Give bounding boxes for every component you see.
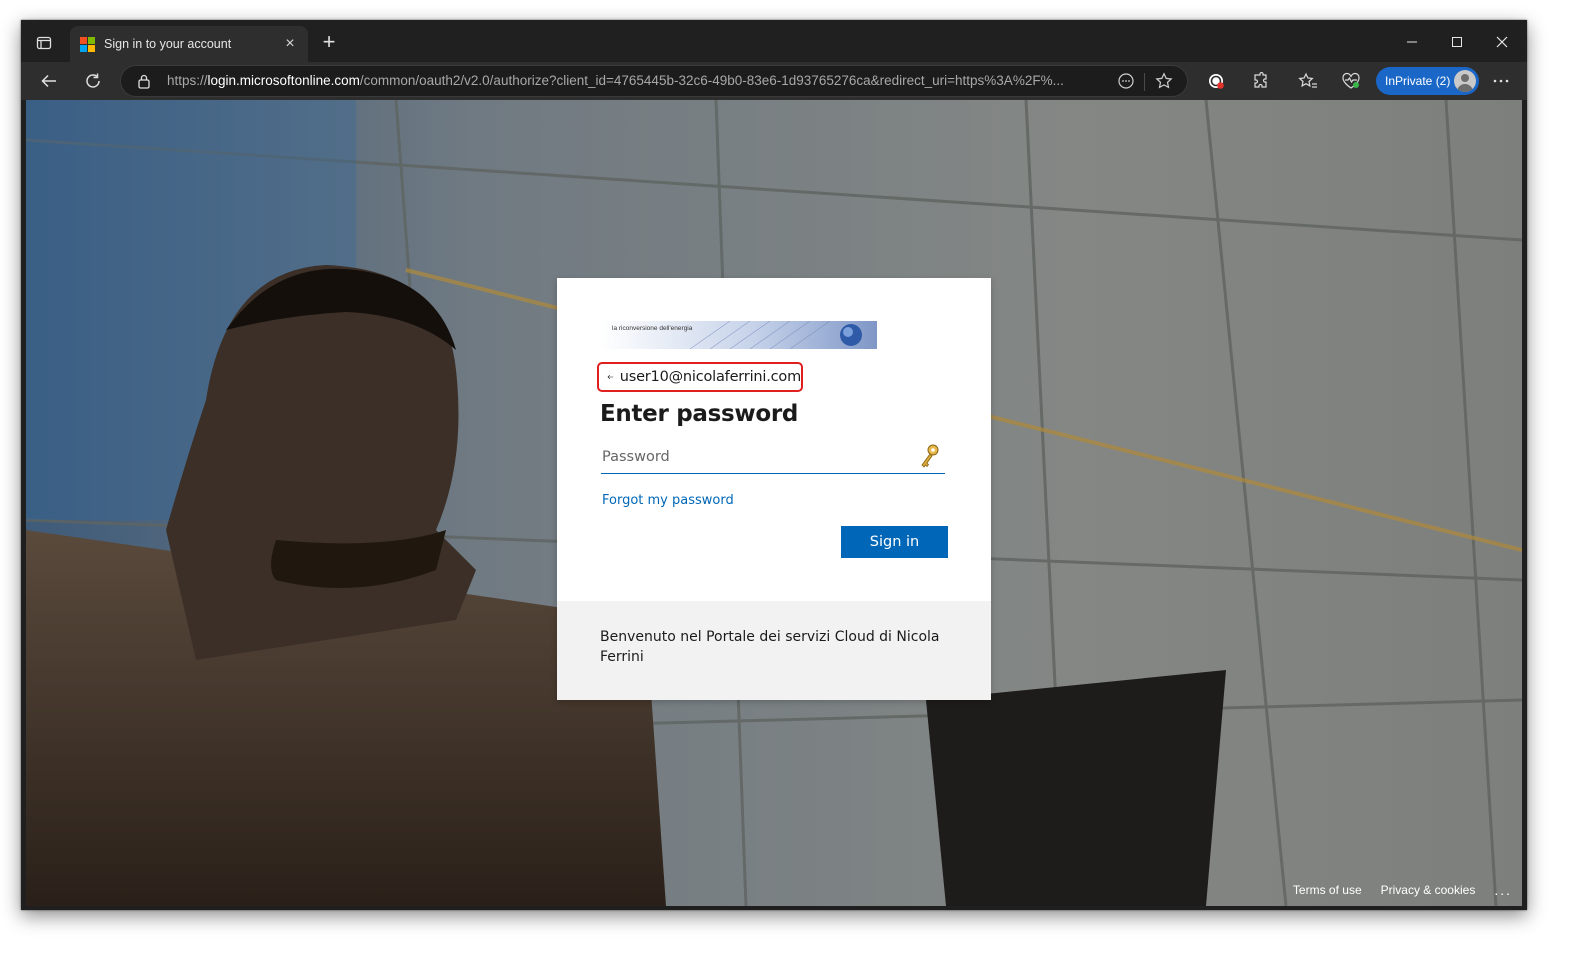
sign-in-button[interactable]: Sign in — [841, 526, 948, 558]
extensions-icon[interactable] — [1246, 67, 1274, 95]
footer-more-button[interactable]: ... — [1494, 882, 1512, 898]
address-separator — [1144, 73, 1145, 91]
identity-email: user10@nicolaferrini.com — [619, 369, 801, 385]
browser-essentials-icon[interactable] — [1337, 67, 1365, 95]
favorite-star-icon[interactable] — [1155, 72, 1173, 95]
forgot-password-link[interactable]: Forgot my password — [602, 493, 734, 508]
page-viewport: la riconversione dell'energia user10@nic… — [26, 100, 1522, 906]
address-bar[interactable]: https://login.microsoftonline.com/common… — [120, 65, 1188, 97]
reading-mode-icon[interactable] — [1117, 72, 1135, 95]
terms-link[interactable]: Terms of use — [1293, 883, 1362, 897]
browser-window: Sign in to your account × + https://logi… — [21, 20, 1527, 910]
tab-active[interactable]: Sign in to your account × — [70, 26, 308, 62]
tab-strip: Sign in to your account × + — [21, 20, 1527, 62]
password-field[interactable] — [601, 441, 945, 474]
page-title: Enter password — [600, 401, 799, 427]
inprivate-badge[interactable]: InPrivate (2) — [1376, 67, 1479, 95]
new-tab-button[interactable]: + — [318, 31, 340, 54]
signin-card: la riconversione dell'energia user10@nic… — [557, 278, 991, 700]
key-icon[interactable] — [919, 443, 941, 469]
page-footer: Terms of use Privacy & cookies ... — [1293, 882, 1512, 898]
logo-text: la riconversione dell'energia — [612, 325, 693, 332]
microsoft-logo-icon — [80, 37, 95, 52]
tab-actions-icon[interactable] — [31, 30, 57, 56]
more-icon[interactable] — [1487, 67, 1515, 95]
banner-text: Benvenuto nel Portale dei servizi Cloud … — [600, 629, 940, 665]
adblock-icon[interactable] — [1202, 67, 1230, 95]
maximize-icon[interactable] — [1434, 28, 1480, 56]
privacy-link[interactable]: Privacy & cookies — [1381, 883, 1476, 897]
profile-avatar — [1454, 70, 1476, 92]
tab-title: Sign in to your account — [104, 37, 232, 51]
arrow-left-icon — [607, 374, 614, 380]
url-text[interactable]: https://login.microsoftonline.com/common… — [167, 73, 1097, 88]
minimize-icon[interactable] — [1389, 28, 1435, 56]
lock-icon[interactable] — [137, 73, 151, 94]
favorites-icon[interactable] — [1294, 67, 1322, 95]
welcome-banner: Benvenuto nel Portale dei servizi Cloud … — [557, 601, 991, 700]
close-window-icon[interactable] — [1479, 28, 1525, 56]
tab-close-icon[interactable]: × — [280, 34, 300, 54]
company-logo: la riconversione dell'energia — [600, 321, 877, 349]
inprivate-label: InPrivate (2) — [1385, 74, 1451, 88]
browser-toolbar: https://login.microsoftonline.com/common… — [21, 62, 1527, 100]
refresh-icon[interactable] — [79, 67, 107, 95]
identity-back-button[interactable]: user10@nicolaferrini.com — [597, 362, 803, 392]
back-icon[interactable] — [35, 67, 63, 95]
